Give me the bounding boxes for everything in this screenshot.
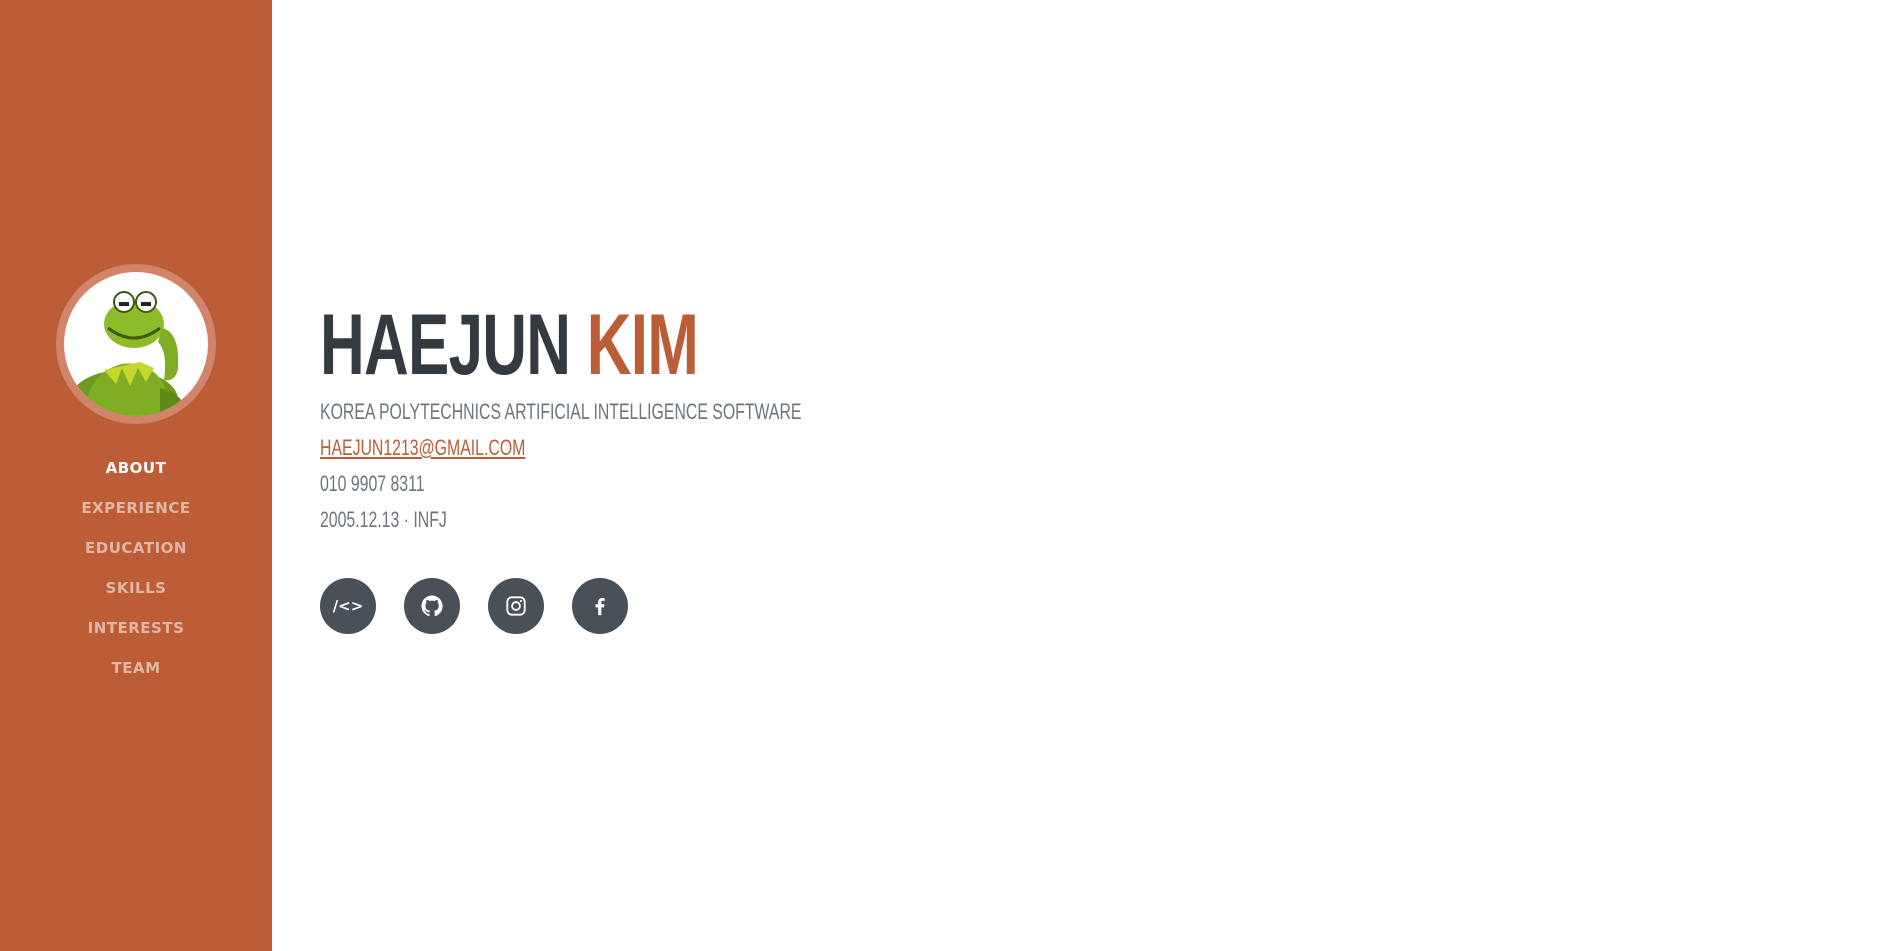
birth-mbti-text: 2005.12.13 · INFJ xyxy=(320,507,447,532)
school-text: KOREA POLYTECHNICS ARTIFICIAL INTELLIGEN… xyxy=(320,399,802,424)
sidebar: ABOUT EXPERIENCE EDUCATION SKILLS INTERE… xyxy=(0,0,272,951)
sidebar-nav: ABOUT EXPERIENCE EDUCATION SKILLS INTERE… xyxy=(81,448,190,688)
phone-text: 010 9907 8311 xyxy=(320,471,425,496)
email-link[interactable]: HAEJUN1213@GMAIL.COM xyxy=(320,430,801,466)
nav-team[interactable]: TEAM xyxy=(111,648,160,688)
last-name: KIM xyxy=(586,297,699,393)
page-title: HAEJUN KIM xyxy=(320,300,801,390)
nav-experience[interactable]: EXPERIENCE xyxy=(81,488,190,528)
kermit-image xyxy=(70,290,186,416)
nav-skills[interactable]: SKILLS xyxy=(106,568,167,608)
social-icons: /<> xyxy=(320,578,989,634)
avatar xyxy=(56,263,216,424)
about-section: HAEJUN KIM KOREA POLYTECHNICS ARTIFICIAL… xyxy=(320,300,989,634)
code-link-button[interactable]: /<> xyxy=(320,578,376,634)
github-icon xyxy=(421,595,443,617)
facebook-link-button[interactable] xyxy=(572,578,628,634)
instagram-link-button[interactable] xyxy=(488,578,544,634)
profile-image xyxy=(64,271,208,416)
facebook-icon xyxy=(595,598,605,616)
nav-education[interactable]: EDUCATION xyxy=(85,528,187,568)
first-name: HAEJUN xyxy=(320,297,571,393)
instagram-icon xyxy=(506,596,526,616)
github-link-button[interactable] xyxy=(404,578,460,634)
code-icon: /<> xyxy=(332,597,364,615)
nav-interests[interactable]: INTERESTS xyxy=(88,608,185,648)
nav-about[interactable]: ABOUT xyxy=(106,448,167,488)
